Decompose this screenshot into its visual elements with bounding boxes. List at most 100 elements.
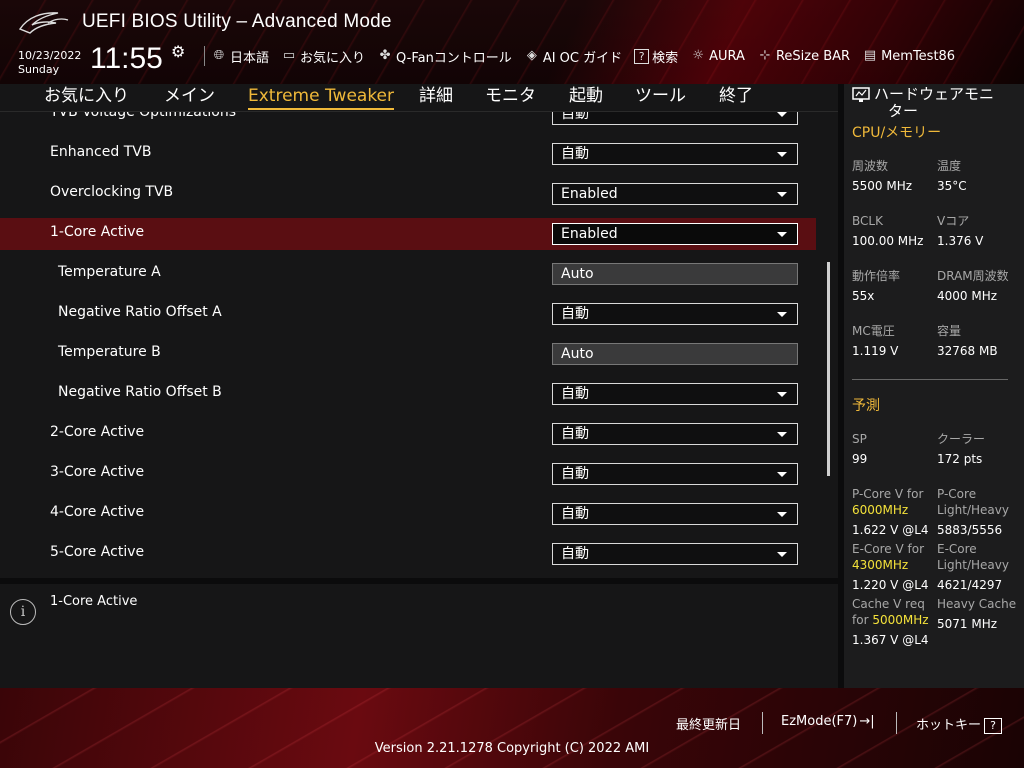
setting-label: TVB Voltage Optimizations <box>50 112 236 120</box>
footer-links: 最終更新日 EzMode(F7) →| ホットキー? <box>0 712 1024 734</box>
qfan-button[interactable]: ✤ Q-Fanコントロール <box>377 47 512 66</box>
tab-extreme-tweaker[interactable]: Extreme Tweaker <box>248 84 395 110</box>
hw-value: 32768 MB <box>937 344 998 358</box>
setting-dropdown[interactable]: 自動 <box>552 143 798 165</box>
hotkeys-button[interactable]: ホットキー? <box>916 714 1003 734</box>
hw-label: DRAM周波数 <box>937 269 1009 283</box>
setting-row-selected[interactable]: 1-Core Active Enabled <box>0 218 816 250</box>
setting-row[interactable]: Enhanced TVB 自動 <box>0 138 816 170</box>
tab-tool[interactable]: ツール <box>635 84 686 108</box>
pcore-v-freq: 6000MHz <box>852 503 909 517</box>
hw-monitor-title: ハードウェアモニ ター <box>874 86 994 120</box>
pcore-lh-label-2: Light/Heavy <box>937 503 1009 517</box>
dropdown-arrow-icon <box>777 312 787 317</box>
clock: 11:55 <box>90 42 163 75</box>
scrollbar[interactable] <box>827 262 830 476</box>
setting-row[interactable]: 4-Core Active 自動 <box>0 498 816 530</box>
dropdown-value: 自動 <box>561 386 589 402</box>
setting-row[interactable]: 3-Core Active 自動 <box>0 458 816 490</box>
tab-advanced[interactable]: 詳細 <box>419 84 453 108</box>
globe-icon: 🌐︎ <box>213 48 225 63</box>
version-text: Version 2.21.1278 Copyright (C) 2022 AMI <box>374 741 650 756</box>
setting-row[interactable]: TVB Voltage Optimizations 自動 <box>0 112 816 130</box>
memtest-icon: ▤ <box>863 48 877 63</box>
tab-favorites[interactable]: お気に入り <box>44 84 129 108</box>
fan-icon: ✤ <box>379 48 391 63</box>
setting-text-field[interactable]: Auto <box>552 263 798 285</box>
setting-dropdown[interactable]: 自動 <box>552 112 798 125</box>
ai-oc-button[interactable]: ◈ AI OC ガイド <box>524 47 622 66</box>
dropdown-arrow-icon <box>777 392 787 397</box>
setting-row[interactable]: Overclocking TVB Enabled <box>0 178 816 210</box>
setting-dropdown[interactable]: Enabled <box>552 223 798 245</box>
setting-row[interactable]: Temperature A Auto <box>0 258 816 290</box>
pcore-lh-value: 5883/5556 <box>937 523 1003 537</box>
search-button[interactable]: ? 検索 <box>634 47 678 66</box>
setting-row[interactable]: 2-Core Active 自動 <box>0 418 816 450</box>
last-modified-button[interactable]: 最終更新日 <box>676 714 741 733</box>
tab-monitor[interactable]: モニタ <box>485 84 536 108</box>
resize-bar-button[interactable]: ⊹ ReSize BAR <box>757 48 851 64</box>
dropdown-value: Enabled <box>561 186 618 202</box>
hw-title-line2: ター <box>888 102 919 120</box>
footer-divider <box>896 712 897 734</box>
tab-boot[interactable]: 起動 <box>569 84 603 108</box>
sp-label: SP <box>852 432 867 446</box>
gear-icon[interactable]: ⚙ <box>171 42 185 61</box>
language-button[interactable]: 🌐︎ 日本語 <box>211 47 269 66</box>
toolbar-divider <box>204 46 205 66</box>
setting-dropdown[interactable]: 自動 <box>552 383 798 405</box>
dropdown-value: 自動 <box>561 306 589 322</box>
setting-label: Temperature B <box>58 344 161 360</box>
cache-v-value: 1.367 V @L4 <box>852 633 929 647</box>
ezmode-button[interactable]: EzMode(F7) →| <box>781 714 875 729</box>
setting-row[interactable]: Negative Ratio Offset B 自動 <box>0 378 816 410</box>
setting-text-field[interactable]: Auto <box>552 343 798 365</box>
setting-row[interactable]: Temperature B Auto <box>0 338 816 370</box>
ecore-lh-label-1: E-Core <box>937 542 977 556</box>
favorites-label: お気に入り <box>300 50 366 66</box>
setting-dropdown[interactable]: 自動 <box>552 463 798 485</box>
hw-divider <box>852 379 1008 380</box>
hw-value: 1.119 V <box>852 344 899 358</box>
settings-panel: TVB Voltage Optimizations 自動 Enhanced TV… <box>0 112 838 578</box>
setting-label: Enhanced TVB <box>50 144 152 160</box>
aura-button[interactable]: ☼ AURA <box>690 48 745 64</box>
ecore-v-label-text: E-Core V for <box>852 542 925 556</box>
date-text: 10/23/2022 <box>18 49 82 62</box>
dropdown-value: 自動 <box>561 506 589 522</box>
pcore-lh-label-1: P-Core <box>937 487 977 501</box>
ecore-v-label: E-Core V for 4300MHz <box>852 541 924 573</box>
tab-exit[interactable]: 終了 <box>719 84 753 108</box>
info-text: 1-Core Active <box>50 594 138 609</box>
dropdown-arrow-icon <box>777 552 787 557</box>
hw-label: MC電圧 <box>852 324 895 338</box>
resize-bar-icon: ⊹ <box>759 48 771 63</box>
search-label: 検索 <box>652 50 679 66</box>
hotkeys-label: ホットキー <box>916 718 982 733</box>
setting-dropdown[interactable]: 自動 <box>552 503 798 525</box>
dropdown-arrow-icon <box>777 512 787 517</box>
setting-label: 5-Core Active <box>50 544 145 560</box>
setting-label: Overclocking TVB <box>50 184 174 200</box>
hw-label: 周波数 <box>852 159 889 173</box>
tab-main[interactable]: メイン <box>164 84 215 108</box>
main-menu: お気に入り メイン Extreme Tweaker 詳細 モニタ 起動 ツール … <box>0 84 838 112</box>
memtest-button[interactable]: ▤ MemTest86 <box>862 48 955 64</box>
dropdown-arrow-icon <box>777 472 787 477</box>
setting-dropdown[interactable]: 自動 <box>552 423 798 445</box>
hw-label: Vコア <box>937 214 970 228</box>
setting-label: 3-Core Active <box>50 464 145 480</box>
setting-dropdown[interactable]: Enabled <box>552 183 798 205</box>
hw-value: 35°C <box>937 179 967 193</box>
setting-row[interactable]: 5-Core Active 自動 <box>0 538 816 570</box>
day-text: Sunday <box>18 63 60 76</box>
dropdown-value: 自動 <box>561 112 589 122</box>
setting-dropdown[interactable]: 自動 <box>552 303 798 325</box>
setting-row[interactable]: Negative Ratio Offset A 自動 <box>0 298 816 330</box>
setting-label: 4-Core Active <box>50 504 145 520</box>
cooler-value: 172 pts <box>937 452 983 466</box>
setting-dropdown[interactable]: 自動 <box>552 543 798 565</box>
favorites-button[interactable]: ▭ お気に入り <box>281 47 365 66</box>
ecore-v-freq: 4300MHz <box>852 558 909 572</box>
